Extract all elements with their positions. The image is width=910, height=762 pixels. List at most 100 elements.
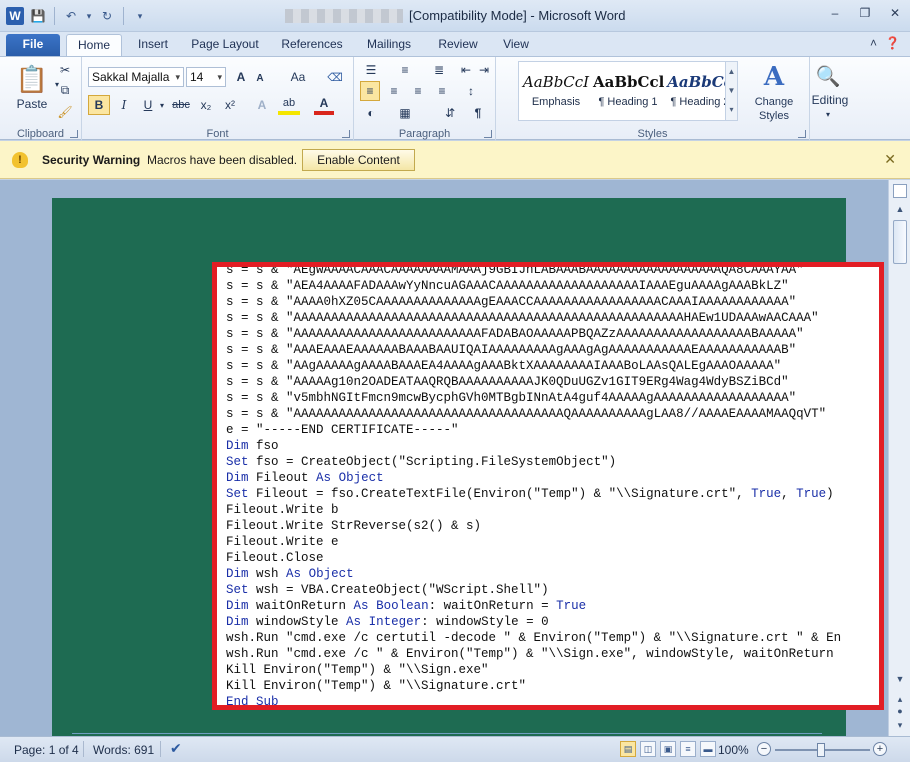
tab-file[interactable]: File [6, 34, 60, 56]
change-styles-icon[interactable]: A [754, 61, 794, 93]
proofing-icon[interactable]: ✔ [170, 740, 182, 757]
decrease-indent-icon[interactable]: ⇤ [458, 61, 474, 79]
shading-icon[interactable]: ◐ [360, 103, 382, 123]
strikethrough-button[interactable]: abc [170, 95, 192, 115]
shrink-font-icon[interactable]: A [252, 69, 268, 87]
vba-macro-code[interactable]: s = s & "AEgwAAAACAAACAAAAAAAAMAAAj9GBIJ… [226, 267, 841, 705]
text-effects-button[interactable]: A [252, 95, 272, 115]
help-icon[interactable]: ❓ [885, 36, 900, 50]
underline-button[interactable]: U [138, 95, 158, 115]
minimize-icon[interactable]: – [828, 6, 842, 20]
style-emphasis[interactable]: AaBbCcI Emphasis [521, 68, 591, 122]
copy-icon[interactable]: ⧉ [56, 81, 74, 99]
font-size-combo[interactable]: 14 [186, 67, 226, 87]
font-launcher-icon[interactable] [342, 130, 350, 138]
word-count[interactable]: Words: 691 [93, 743, 154, 757]
paste-icon[interactable]: 📋 [14, 61, 50, 97]
paragraph-launcher-icon[interactable] [484, 130, 492, 138]
undo-dropdown-icon[interactable]: ▾ [85, 6, 93, 26]
underline-dropdown-icon[interactable]: ▾ [158, 95, 166, 115]
clear-formatting-icon[interactable]: ⌫ [326, 67, 344, 87]
increase-indent-icon[interactable]: ⇥ [476, 61, 492, 79]
tab-page-layout[interactable]: Page Layout [184, 34, 266, 56]
styles-gallery-scroll[interactable]: ▲ ▼ ▾ [725, 62, 737, 120]
bullets-icon[interactable]: ☰ [360, 61, 382, 79]
tab-references[interactable]: References [274, 34, 350, 56]
clipboard-launcher-icon[interactable] [70, 130, 78, 138]
borders-icon[interactable]: ▦ [394, 103, 416, 123]
page-count[interactable]: Page: 1 of 4 [14, 743, 79, 757]
full-screen-reading-view-icon[interactable]: ◫ [640, 741, 656, 757]
tab-review[interactable]: Review [430, 34, 486, 56]
code-keyword: Dim [226, 615, 249, 629]
scroll-down-icon[interactable]: ▼ [893, 672, 907, 686]
format-painter-icon[interactable]: 🖌 [56, 103, 74, 121]
minimize-ribbon-icon[interactable]: ˄ [870, 36, 877, 50]
restore-icon[interactable]: ❐ [858, 6, 872, 20]
print-layout-view-icon[interactable]: ▤ [620, 741, 636, 757]
code-line: Dim wsh As Object [226, 567, 354, 581]
subscript-button[interactable]: x₂ [196, 95, 216, 115]
web-layout-view-icon[interactable]: ▣ [660, 741, 676, 757]
select-browse-object-icon[interactable]: ● [893, 704, 907, 718]
tab-view[interactable]: View [494, 34, 538, 56]
title-bar: W 💾 ↶ ▾ ↻ ▾ [Compatibility Mode] - Micro… [0, 0, 910, 32]
align-right-icon[interactable]: ≡ [408, 81, 428, 101]
cut-icon[interactable]: ✂ [56, 61, 74, 79]
zoom-level[interactable]: 100% [718, 743, 749, 757]
align-center-icon[interactable]: ≡ [384, 81, 404, 101]
page-break-line [72, 733, 822, 734]
scroll-thumb[interactable] [893, 220, 907, 264]
close-icon[interactable]: ✕ [884, 151, 896, 168]
style-sample-emphasis: AaBbCcI [522, 73, 590, 91]
zoom-in-icon[interactable]: + [873, 742, 887, 756]
tab-home[interactable]: Home [66, 34, 122, 56]
word-app-icon[interactable]: W [6, 7, 24, 25]
style-heading-1[interactable]: AaBbCcl ¶ Heading 1 [593, 68, 664, 122]
outline-view-icon[interactable]: ≡ [680, 741, 696, 757]
align-left-icon[interactable]: ≡ [360, 81, 380, 101]
vertical-scrollbar[interactable]: ▲ ▼ ▴ ● ▾ [888, 180, 910, 736]
paste-label[interactable]: Paste [10, 97, 54, 111]
enable-content-button[interactable]: Enable Content [302, 149, 415, 171]
draft-view-icon[interactable]: ▬ [700, 741, 716, 757]
multilevel-list-icon[interactable]: ≣ [428, 61, 450, 79]
clipboard-group: 📋 Paste ▾ ✂ ⧉ 🖌 Clipboard [0, 57, 82, 141]
zoom-out-icon[interactable]: − [757, 742, 771, 756]
justify-icon[interactable]: ≡ [432, 81, 452, 101]
binoculars-icon[interactable]: 🔍 [812, 61, 844, 91]
document-area: s = s & "AEgwAAAACAAACAAAAAAAAMAAAj9GBIJ… [0, 180, 888, 736]
undo-icon[interactable]: ↶ [61, 6, 81, 26]
customize-qat-icon[interactable]: ▾ [130, 6, 150, 26]
sort-icon[interactable]: ⇵ [440, 103, 460, 123]
grow-font-icon[interactable]: A [232, 67, 250, 87]
italic-button[interactable]: I [114, 95, 134, 115]
editing-label[interactable]: Editing [808, 93, 852, 107]
redo-icon[interactable]: ↻ [97, 6, 117, 26]
view-ruler-icon[interactable] [893, 184, 907, 198]
font-group: Sakkal Majalla 14 A A Aa ⌫ B I U ▾ abc x… [82, 57, 354, 141]
tab-mailings[interactable]: Mailings [358, 34, 420, 56]
line-spacing-icon[interactable]: ↕ [460, 81, 482, 101]
highlight-button[interactable]: ab [278, 95, 300, 115]
code-line: Set Fileout = fso.CreateTextFile(Environ… [226, 487, 834, 501]
code-keyword: Set [226, 487, 249, 501]
styles-launcher-icon[interactable] [798, 130, 806, 138]
editing-dropdown-icon[interactable]: ▾ [822, 109, 834, 119]
numbering-icon[interactable]: ≡ [394, 61, 416, 79]
bold-button[interactable]: B [88, 95, 110, 115]
superscript-button[interactable]: x² [220, 95, 240, 115]
change-case-icon[interactable]: Aa [286, 67, 310, 87]
font-name-combo[interactable]: Sakkal Majalla [88, 67, 184, 87]
save-icon[interactable]: 💾 [28, 6, 48, 26]
font-color-button[interactable]: A [314, 95, 334, 115]
scroll-up-icon[interactable]: ▲ [893, 202, 907, 216]
code-line: Dim waitOnReturn As Boolean: waitOnRetur… [226, 599, 587, 613]
tab-insert[interactable]: Insert [128, 34, 178, 56]
zoom-slider-thumb[interactable] [817, 743, 825, 757]
show-hide-pilcrow-icon[interactable]: ¶ [468, 103, 488, 123]
next-page-icon[interactable]: ▾ [893, 718, 907, 732]
change-styles-label-line2[interactable]: Styles [748, 109, 800, 123]
close-icon[interactable]: ✕ [888, 6, 902, 20]
change-styles-label-line1[interactable]: Change [748, 95, 800, 109]
